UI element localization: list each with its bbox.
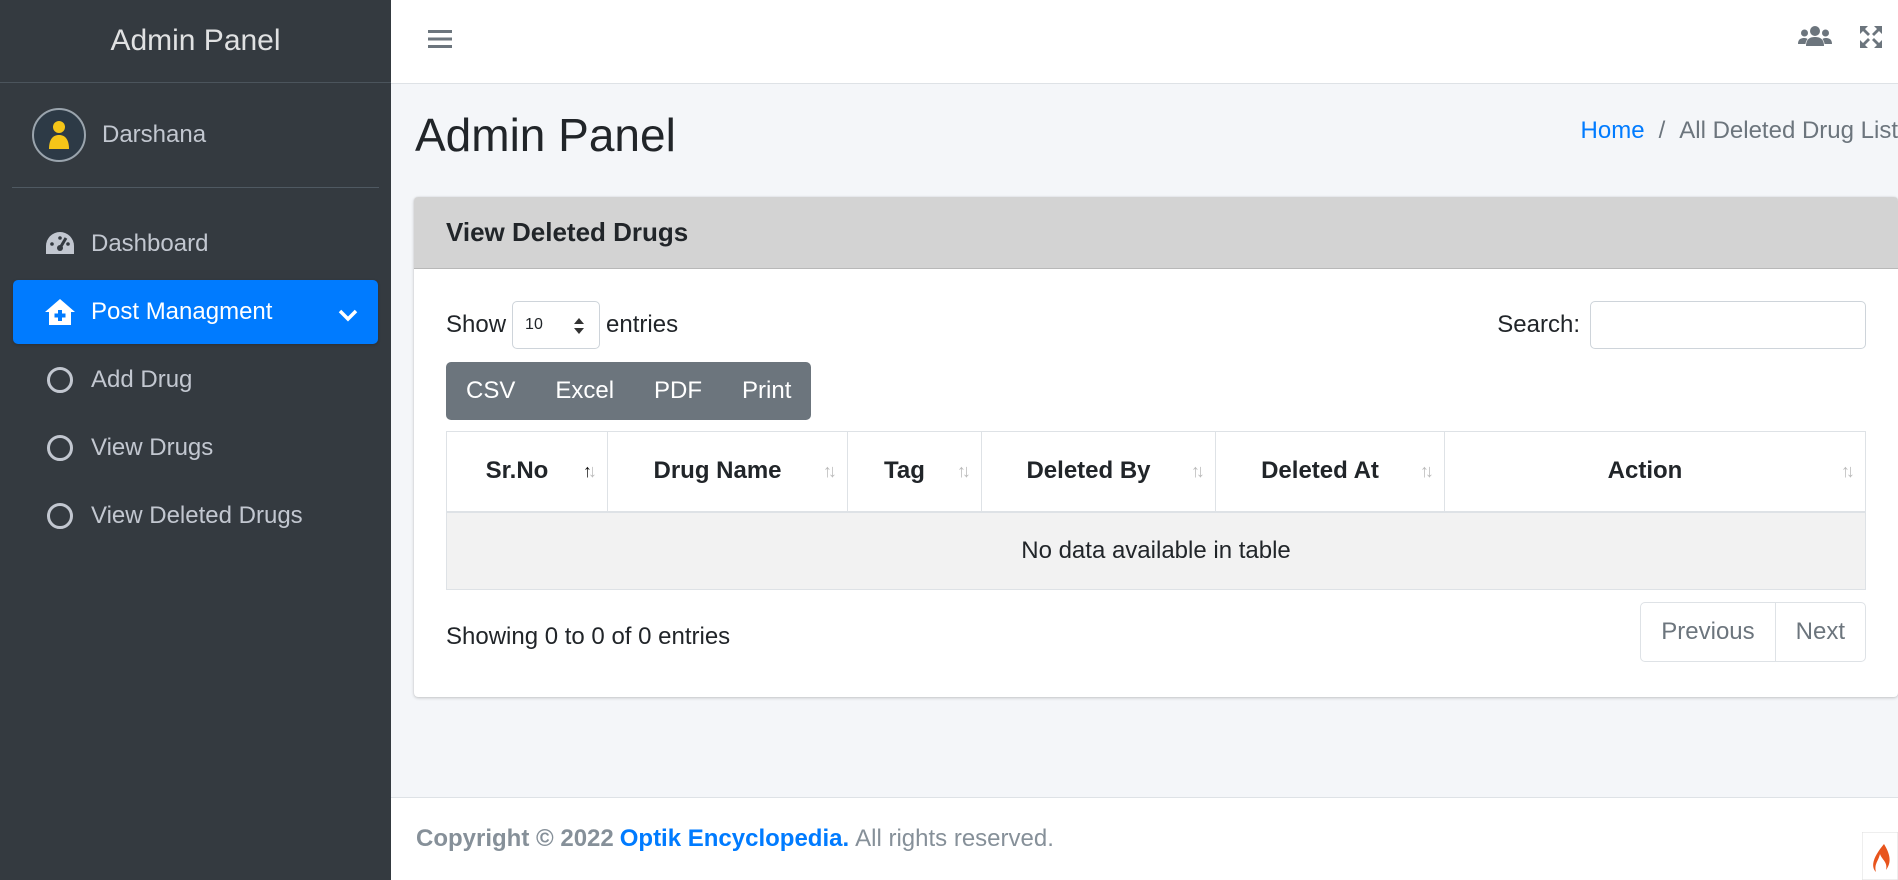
user-avatar-icon (49, 121, 69, 149)
column-header-sr-no[interactable]: Sr.No ↑↓ (446, 431, 608, 513)
export-buttons: CSV Excel PDF Print (446, 362, 812, 420)
sidebar-item-view-deleted-drugs[interactable]: View Deleted Drugs (13, 484, 378, 548)
copyright-text: Copyright © 2022 (416, 825, 614, 852)
card-title: View Deleted Drugs (414, 197, 1898, 269)
sidebar-item-post-management[interactable]: Post Managment (13, 280, 378, 344)
sidebar-item-add-drug[interactable]: Add Drug (13, 348, 378, 412)
sidebar-nav: Dashboard Post Managment Add Drug View D… (0, 188, 391, 548)
avatar (32, 108, 86, 162)
sidebar-item-view-drugs[interactable]: View Drugs (13, 416, 378, 480)
table-header-row: Sr.No ↑↓ Drug Name ↑↓ Tag ↑↓ Deleted By … (446, 431, 1866, 513)
table-info: Showing 0 to 0 of 0 entries (446, 623, 731, 650)
search-label: Search: (1497, 311, 1580, 338)
sort-icon: ↑↓ (1420, 461, 1434, 481)
sort-updown-icon (573, 317, 585, 340)
user-panel[interactable]: Darshana (12, 83, 379, 188)
search-input[interactable] (1590, 301, 1866, 349)
entries-per-page-value: 10 (525, 316, 543, 333)
fullscreen-icon[interactable] (1858, 24, 1884, 50)
user-name[interactable]: Darshana (102, 121, 206, 149)
column-header-deleted-by[interactable]: Deleted By ↑↓ (981, 431, 1216, 513)
sort-icon: ↑↓ (823, 461, 837, 481)
flame-icon (1861, 831, 1898, 880)
table-row: No data available in table (446, 511, 1866, 590)
csv-button[interactable]: CSV (446, 362, 535, 420)
entries-length-control: Show 10 entries (446, 301, 678, 349)
column-header-deleted-at[interactable]: Deleted At ↑↓ (1215, 431, 1445, 513)
sort-asc-icon: ↑↓ (583, 461, 597, 481)
empty-table-message: No data available in table (446, 511, 1866, 590)
table-search: Search: (1497, 301, 1866, 349)
column-header-tag[interactable]: Tag ↑↓ (847, 431, 982, 513)
sidebar-item-label: Post Managment (91, 298, 273, 325)
breadcrumb-home-link[interactable]: Home (1581, 117, 1645, 145)
sidebar: Admin Panel Darshana Dashboard Post Mana… (0, 0, 391, 880)
sort-icon: ↑↓ (1191, 461, 1205, 481)
column-header-action[interactable]: Action ↑↓ (1444, 431, 1866, 513)
footer: Copyright © 2022 Optik Encyclopedia. All… (391, 797, 1898, 880)
pagination: Previous Next (1640, 602, 1866, 662)
top-navbar (391, 0, 1898, 84)
circle-icon (43, 367, 77, 393)
hamburger-icon[interactable] (427, 27, 453, 56)
sort-icon: ↑↓ (957, 461, 971, 481)
excel-button[interactable]: Excel (535, 362, 634, 420)
sort-icon: ↑↓ (1841, 461, 1855, 481)
column-header-drug-name[interactable]: Drug Name ↑↓ (607, 431, 848, 513)
previous-page-button[interactable]: Previous (1641, 603, 1774, 661)
deleted-drugs-table: Sr.No ↑↓ Drug Name ↑↓ Tag ↑↓ Deleted By … (446, 431, 1866, 590)
sidebar-item-label: Dashboard (91, 230, 209, 257)
chevron-down-icon[interactable] (338, 301, 358, 329)
brand-link[interactable]: Admin Panel (0, 0, 391, 83)
print-button[interactable]: Print (722, 362, 811, 420)
dashboard-gauge-icon (43, 230, 77, 258)
deleted-drugs-card: View Deleted Drugs Show 10 entries Searc… (414, 197, 1898, 697)
sidebar-item-label: View Deleted Drugs (91, 502, 303, 529)
entries-per-page-select[interactable]: 10 (512, 301, 601, 349)
home-plus-icon (43, 298, 77, 326)
next-page-button[interactable]: Next (1774, 603, 1865, 661)
breadcrumb-current: All Deleted Drug List (1679, 117, 1898, 144)
page-title: Admin Panel (415, 109, 676, 161)
length-suffix: entries (606, 311, 679, 338)
sidebar-item-label: View Drugs (91, 434, 214, 461)
breadcrumb-separator: / (1658, 117, 1666, 144)
circle-icon (43, 435, 77, 461)
rights-text: All rights reserved. (855, 825, 1054, 852)
sidebar-item-dashboard[interactable]: Dashboard (13, 212, 378, 276)
users-icon[interactable] (1798, 24, 1832, 48)
circle-icon (43, 503, 77, 529)
footer-brand-link[interactable]: Optik Encyclopedia. (620, 825, 849, 853)
breadcrumb: Home / All Deleted Drug List (1581, 117, 1898, 145)
brand-text: Admin Panel (110, 24, 281, 57)
length-prefix: Show (446, 311, 507, 338)
pdf-button[interactable]: PDF (634, 362, 722, 420)
sidebar-item-label: Add Drug (91, 366, 193, 393)
